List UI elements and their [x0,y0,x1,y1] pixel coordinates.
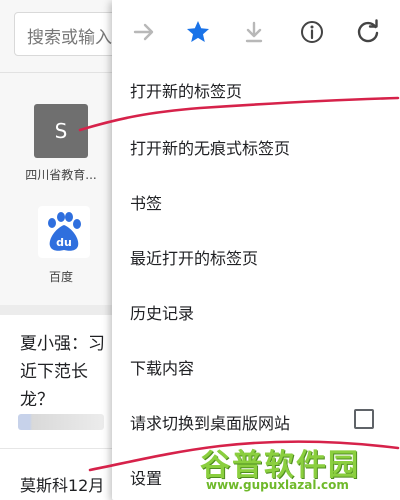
menu-toolbar [112,0,400,64]
menu-item-history[interactable]: 历史记录 [130,300,380,324]
news-item-title[interactable]: 莫斯科12月 [20,472,104,496]
menu-item-request-desktop-site[interactable]: 请求切换到桌面版网站 [130,410,380,434]
shortcut-tile-baidu[interactable]: du [38,206,90,258]
desktop-site-checkbox[interactable] [354,409,374,429]
forward-arrow-icon[interactable] [130,18,158,46]
watermark-url: www.gupuxlazal.com [206,478,349,492]
menu-item-downloads[interactable]: 下载内容 [130,355,380,379]
shortcut-label: 四川省教育... [25,168,97,182]
baidu-logo-icon: du [48,212,81,251]
shortcut-tile-sichuan[interactable]: S [34,104,88,158]
download-icon[interactable] [240,18,268,46]
menu-item-new-incognito-tab[interactable]: 打开新的无痕式标签页 [130,135,380,159]
menu-item-bookmarks[interactable]: 书签 [130,190,380,214]
baidu-logo-text: du [56,236,72,249]
news-item-source-blurred [18,414,104,430]
shortcut-label: 百度 [48,270,73,284]
menu-item-recent-tabs[interactable]: 最近打开的标签页 [130,245,380,269]
news-item-title[interactable]: 夏小强：习近下范长龙？ [20,330,112,414]
reload-icon[interactable] [354,18,382,46]
menu-item-new-tab[interactable]: 打开新的标签页 [130,78,380,102]
info-icon[interactable] [298,18,326,46]
browser-overflow-menu: 打开新的标签页 打开新的无痕式标签页 书签 最近打开的标签页 历史记录 下载内容… [112,0,400,500]
star-icon[interactable] [184,18,212,46]
